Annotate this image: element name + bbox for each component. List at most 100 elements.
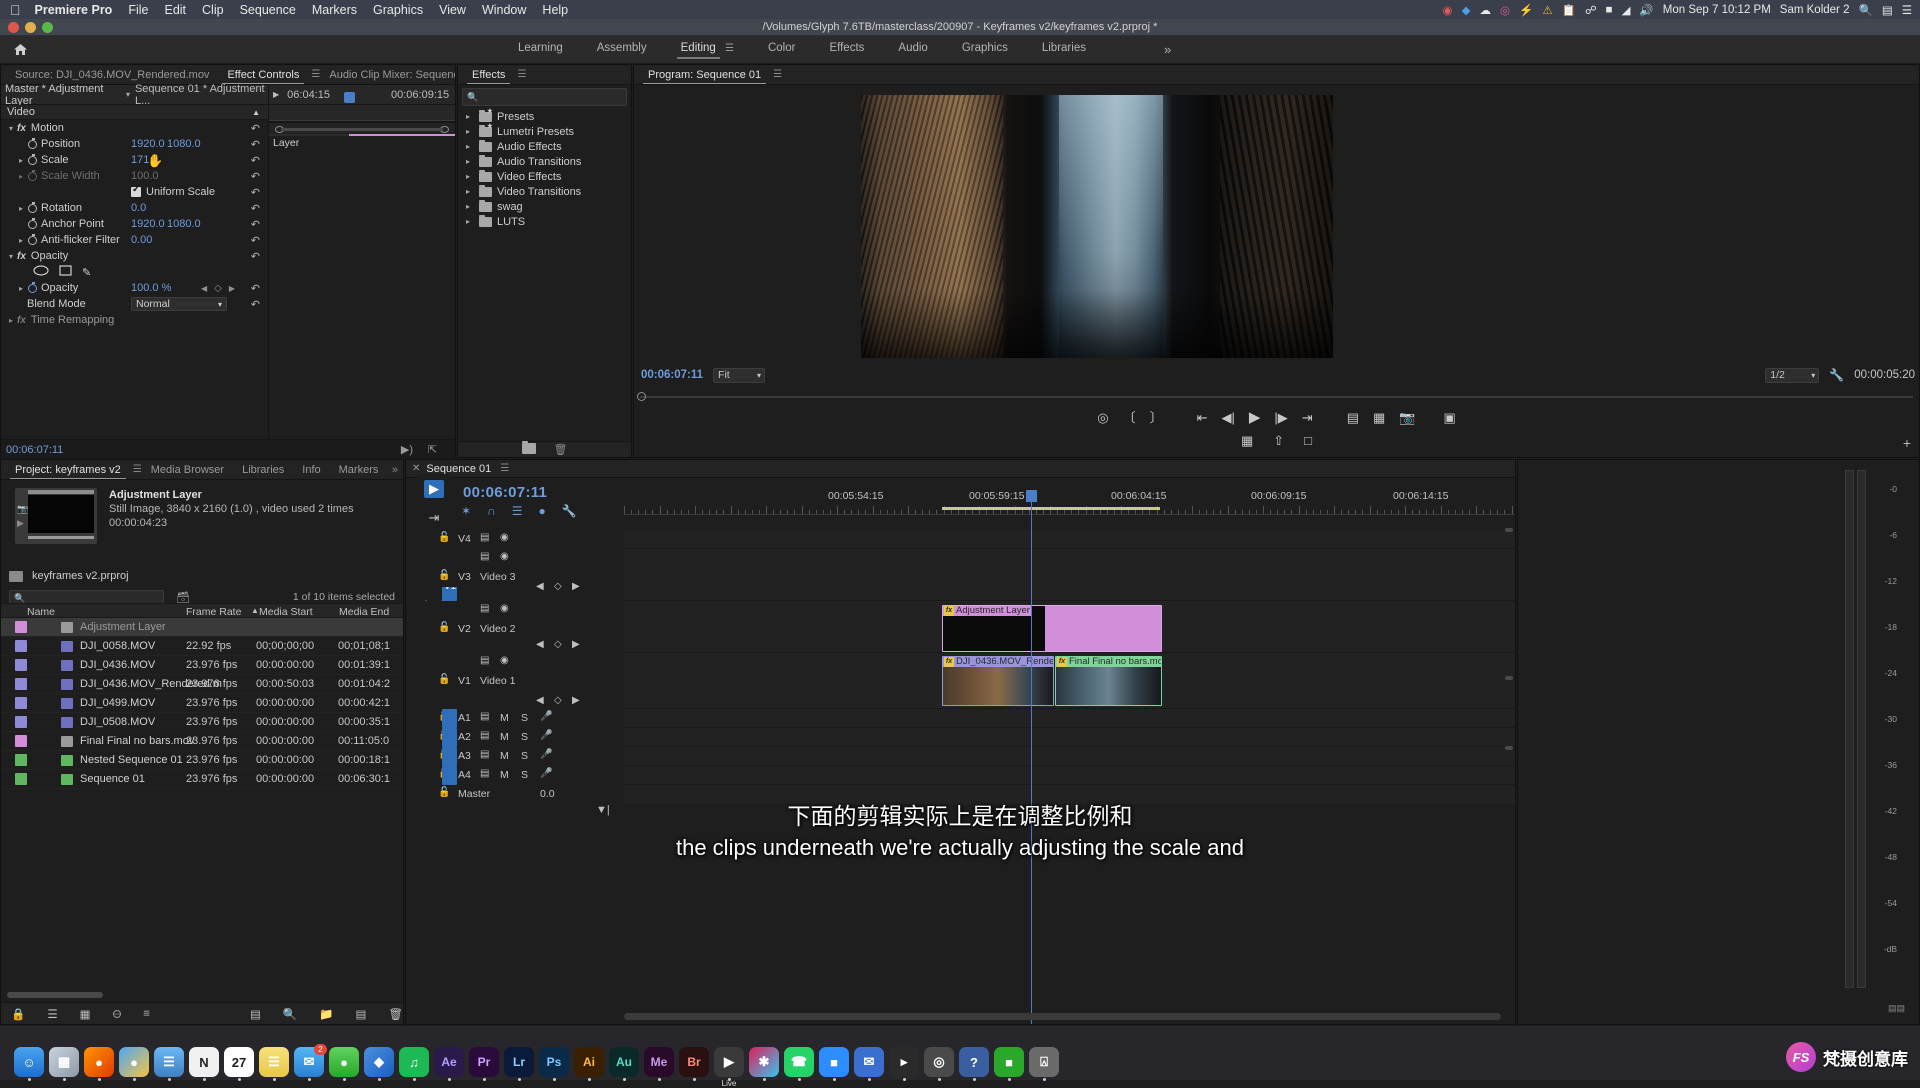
- dock-app-premiere-pro[interactable]: Pr: [469, 1047, 499, 1077]
- track-header-v3[interactable]: ▤ ◉ 🔓 V3 Video 3 ◀ ◇ ▶: [418, 549, 624, 587]
- chevron-down-icon[interactable]: ▾: [218, 300, 222, 309]
- dock-app-audition[interactable]: Au: [609, 1047, 639, 1077]
- voice-over-record-icon[interactable]: 🎤: [540, 749, 552, 760]
- program-monitor-menu-icon[interactable]: ☰: [773, 69, 782, 80]
- next-keyframe-icon[interactable]: ▶: [229, 284, 235, 293]
- track-keyframe-next-icon[interactable]: ▶: [572, 581, 580, 592]
- menu-clip[interactable]: Clip: [202, 3, 224, 17]
- track-keyframe-prev-icon[interactable]: ◀: [536, 639, 544, 650]
- scale-width-reset-icon[interactable]: ↶: [251, 170, 260, 183]
- opacity-reset-icon[interactable]: ↶: [251, 282, 260, 295]
- chevron-right-icon[interactable]: ▸: [466, 127, 474, 136]
- time-remapping-row[interactable]: ▸ fx Time Remapping: [1, 312, 268, 328]
- dock-app-whatsapp[interactable]: ☎: [784, 1047, 814, 1077]
- workspace-overflow-icon[interactable]: »: [1164, 42, 1171, 57]
- multicam-icon[interactable]: ▦: [1241, 434, 1253, 447]
- timeline-ruler[interactable]: 00:05:54:15 00:05:59:15 00:06:04:15 00:0…: [624, 490, 1515, 515]
- sync-lock-icon[interactable]: ▤: [480, 711, 489, 722]
- scrubber-track[interactable]: [640, 396, 1913, 398]
- sync-lock-icon[interactable]: ▤: [480, 551, 489, 562]
- dock-app-after-effects[interactable]: Ae: [434, 1047, 464, 1077]
- position-y-value[interactable]: 1080.0: [167, 138, 201, 150]
- chevron-right-icon[interactable]: ▸: [466, 217, 474, 226]
- column-header-media-start[interactable]: Media Start: [259, 606, 313, 618]
- opacity-effect-row[interactable]: ▾ fx Opacity ↶: [1, 248, 268, 264]
- chevron-right-icon[interactable]: ▸: [466, 172, 474, 181]
- rotation-value[interactable]: 0.0: [131, 202, 146, 214]
- tab-sequence-01[interactable]: Sequence 01: [426, 463, 491, 475]
- effect-controls-clip-selector[interactable]: Master * Adjustment Layer ▾ Sequence 01 …: [1, 85, 269, 104]
- sync-lock-icon[interactable]: ▤: [480, 730, 489, 741]
- anti-flicker-value[interactable]: 0.00: [131, 234, 152, 246]
- sync-lock-icon[interactable]: ▤: [480, 532, 489, 543]
- freeform-view-icon[interactable]: ▤: [250, 1007, 261, 1021]
- eye-icon[interactable]: ◉: [500, 655, 509, 666]
- tab-markers[interactable]: Markers: [330, 460, 388, 480]
- zoom-slider[interactable]: [113, 1008, 122, 1020]
- new-custom-bin-icon[interactable]: [522, 443, 536, 457]
- track-keyframe-prev-icon[interactable]: ◀: [536, 581, 544, 592]
- table-row[interactable]: DJI_0508.MOV 23.976 fps 00:00:00:00 00:0…: [1, 713, 403, 732]
- effects-search-input[interactable]: 🔍: [462, 88, 627, 106]
- dock-app-firefox[interactable]: ●: [84, 1047, 114, 1077]
- column-header-name[interactable]: Name: [27, 606, 55, 618]
- go-to-in-icon[interactable]: ⇤: [1197, 411, 1208, 424]
- play-preview-icon[interactable]: ▶: [17, 518, 24, 529]
- table-row[interactable]: Adjustment Layer: [1, 618, 403, 637]
- stopwatch-icon[interactable]: [28, 220, 37, 229]
- track-lane-a3[interactable]: [624, 747, 1515, 766]
- tab-assembly[interactable]: Assembly: [597, 42, 647, 57]
- chevron-right-icon[interactable]: ▸: [466, 202, 474, 211]
- stopwatch-icon[interactable]: [28, 156, 37, 165]
- bluetooth-icon[interactable]: ☍: [1585, 3, 1597, 17]
- effects-item-audio-effects[interactable]: ▸ Audio Effects: [458, 139, 631, 154]
- chevron-right-icon[interactable]: ▸: [466, 157, 474, 166]
- tab-editing-menu-icon[interactable]: ☰: [725, 43, 734, 54]
- dock-app-notes[interactable]: ☰: [259, 1047, 289, 1077]
- audio-meter-solo-icon[interactable]: ▤▤: [1888, 1003, 1905, 1013]
- dock-app-camera[interactable]: ◎: [924, 1047, 954, 1077]
- list-view-icon[interactable]: ☰: [47, 1007, 57, 1021]
- effect-controls-menu-icon[interactable]: ☰: [311, 69, 320, 80]
- menu-view[interactable]: View: [439, 3, 466, 17]
- table-row[interactable]: Final Final no bars.mov 23.976 fps 00:00…: [1, 732, 403, 751]
- effects-item-luts[interactable]: ▸ LUTS: [458, 214, 631, 229]
- table-row[interactable]: DJI_0436.MOV 23.976 fps 00:00:00:00 00:0…: [1, 656, 403, 675]
- control-center-icon[interactable]: ▤: [1882, 3, 1893, 17]
- time-remapping-disclosure-icon[interactable]: ▸: [5, 316, 17, 325]
- tab-effects[interactable]: Effects: [463, 65, 514, 85]
- column-header-frame-rate[interactable]: Frame Rate: [186, 606, 241, 618]
- lock-icon[interactable]: 🔓: [438, 674, 450, 685]
- poster-frame-icon[interactable]: 📷: [17, 504, 28, 515]
- position-reset-icon[interactable]: ↶: [251, 138, 260, 151]
- solo-button[interactable]: S: [521, 769, 528, 781]
- tab-learning[interactable]: Learning: [518, 42, 563, 57]
- stopwatch-icon[interactable]: [28, 204, 37, 213]
- voice-over-record-icon[interactable]: 🎤: [540, 711, 552, 722]
- dock-app-messages[interactable]: ●: [329, 1047, 359, 1077]
- close-sequence-icon[interactable]: ✕: [412, 463, 420, 474]
- tab-color[interactable]: Color: [768, 42, 795, 57]
- ec-playhead-marker[interactable]: [344, 92, 355, 103]
- dock-app-zoom[interactable]: ■: [819, 1047, 849, 1077]
- effects-item-lumetri-presets[interactable]: ▸ Lumetri Presets: [458, 124, 631, 139]
- property-opacity[interactable]: ▸ Opacity 100.0 % ◀ ◇ ▶ ↶: [1, 280, 268, 296]
- dock-app-finder-2[interactable]: ☰: [154, 1047, 184, 1077]
- sync-lock-icon[interactable]: ▤: [480, 655, 489, 666]
- go-to-out-icon[interactable]: ⇥: [1302, 411, 1313, 424]
- lock-icon[interactable]: 🔓: [438, 532, 450, 543]
- program-monitor-timecode[interactable]: 00:06:07:11: [641, 369, 703, 381]
- menu-edit[interactable]: Edit: [164, 3, 186, 17]
- program-monitor-scrubber[interactable]: [634, 390, 1919, 404]
- mute-button[interactable]: M: [500, 750, 509, 762]
- timeline-clip-final-final-no-bars[interactable]: fx Final Final no bars.mov: [1055, 656, 1162, 706]
- step-back-icon[interactable]: ◀|: [1222, 411, 1235, 424]
- effects-menu-icon[interactable]: ☰: [517, 69, 526, 80]
- menu-file[interactable]: File: [128, 3, 148, 17]
- icon-view-icon[interactable]: ▦: [80, 1007, 91, 1021]
- property-rotation[interactable]: ▸ Rotation 0.0 ↶: [1, 200, 268, 216]
- dock-app-terminal[interactable]: ▸: [889, 1047, 919, 1077]
- zoom-level-select[interactable]: Fit ▾: [713, 368, 765, 383]
- sync-lock-icon[interactable]: ▤: [480, 768, 489, 779]
- timeline-playhead-handle[interactable]: [1026, 490, 1037, 502]
